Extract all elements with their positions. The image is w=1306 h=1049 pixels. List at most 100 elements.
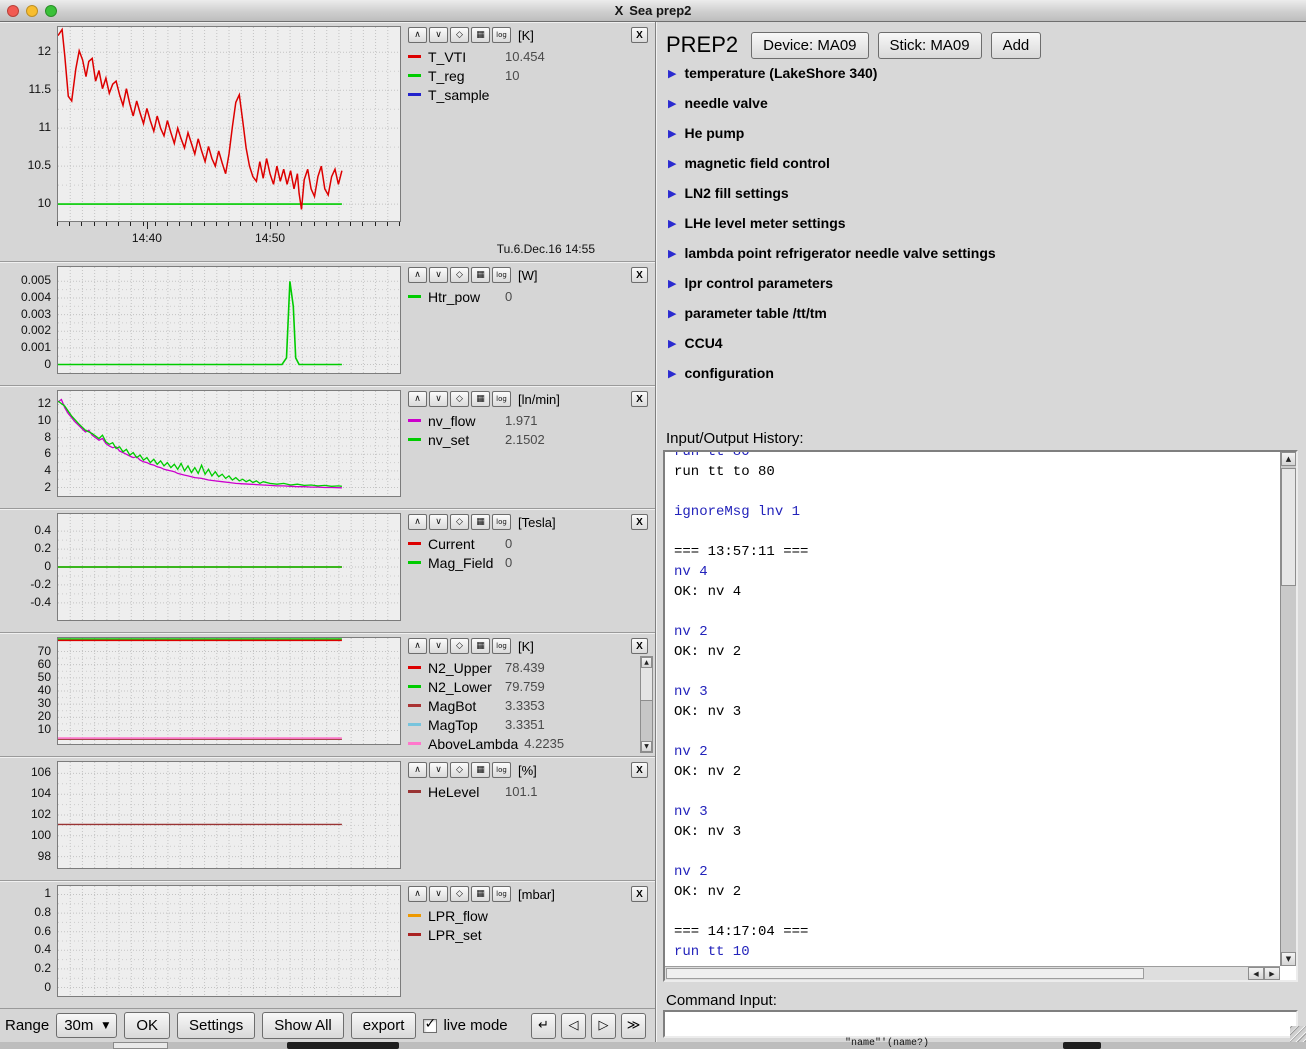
scroll-up-button[interactable]: ∧ xyxy=(408,267,427,283)
legend-item-magtop[interactable]: MagTop3.3351 xyxy=(408,715,651,734)
autoscale-button[interactable]: ◇ xyxy=(450,27,469,43)
command-input[interactable] xyxy=(663,1010,1298,1038)
legend-item-mag-field[interactable]: Mag_Field0 xyxy=(408,553,651,572)
expand-triangle-icon[interactable]: ▶ xyxy=(668,367,676,380)
expand-triangle-icon[interactable]: ▶ xyxy=(668,337,676,350)
jump-to-end-button[interactable]: ≫ xyxy=(621,1013,646,1039)
plot-area[interactable] xyxy=(57,266,401,374)
scrollbar-trough[interactable] xyxy=(1281,466,1296,952)
autoscale-button[interactable]: ◇ xyxy=(450,514,469,530)
history-horizontal-scrollbar[interactable]: ◀ ▶ xyxy=(665,966,1280,980)
history-vertical-scrollbar[interactable]: ▲ ▼ xyxy=(1280,452,1296,966)
scroll-down-button[interactable]: ∨ xyxy=(429,514,448,530)
close-chart-button[interactable]: X xyxy=(631,762,648,778)
scroll-up-button[interactable]: ∧ xyxy=(408,638,427,654)
export-button[interactable]: export xyxy=(351,1012,417,1039)
scroll-down-button[interactable]: ∨ xyxy=(429,391,448,407)
add-button[interactable]: Add xyxy=(991,32,1042,59)
autoscale-button[interactable]: ◇ xyxy=(450,638,469,654)
history-box[interactable]: run tt 80run tt to 80 ignoreMsg lnv 1 ==… xyxy=(663,450,1298,982)
expand-triangle-icon[interactable]: ▶ xyxy=(668,97,676,110)
close-chart-button[interactable]: X xyxy=(631,267,648,283)
window-titlebar[interactable]: XSea prep2 xyxy=(0,0,1306,22)
scroll-down-arrow-icon[interactable]: ▼ xyxy=(641,741,652,752)
scroll-up-button[interactable]: ∧ xyxy=(408,391,427,407)
expand-triangle-icon[interactable]: ▶ xyxy=(668,157,676,170)
scrollbar-thumb[interactable] xyxy=(641,668,652,701)
grid-style-button[interactable]: ▦ xyxy=(471,267,490,283)
autoscale-button[interactable]: ◇ xyxy=(450,762,469,778)
show-all-button[interactable]: Show All xyxy=(262,1012,344,1039)
grid-style-button[interactable]: ▦ xyxy=(471,886,490,902)
expand-triangle-icon[interactable]: ▶ xyxy=(668,67,676,80)
tree-item-magnetic-field-control[interactable]: ▶magnetic field control xyxy=(661,148,1302,178)
plot-area[interactable] xyxy=(57,513,401,621)
ok-button[interactable]: OK xyxy=(124,1012,170,1039)
legend-item-current[interactable]: Current0 xyxy=(408,534,651,553)
legend-item-abovelambda[interactable]: AboveLambda4.2235 xyxy=(408,734,651,753)
legend-item-n2-lower[interactable]: N2_Lower79.759 xyxy=(408,677,651,696)
legend-item-helevel[interactable]: HeLevel101.1 xyxy=(408,782,651,801)
expand-triangle-icon[interactable]: ▶ xyxy=(668,277,676,290)
scroll-up-button[interactable]: ∧ xyxy=(408,762,427,778)
scroll-up-arrow-icon[interactable]: ▲ xyxy=(641,657,652,668)
legend-item-t-sample[interactable]: T_sample xyxy=(408,85,651,104)
scroll-up-button[interactable]: ∧ xyxy=(408,514,427,530)
settings-button[interactable]: Settings xyxy=(177,1012,255,1039)
expand-triangle-icon[interactable]: ▶ xyxy=(668,217,676,230)
scroll-right-arrow-icon[interactable]: ▶ xyxy=(1264,967,1280,980)
autoscale-button[interactable]: ◇ xyxy=(450,267,469,283)
legend-item-n2-upper[interactable]: N2_Upper78.439 xyxy=(408,658,651,677)
scrollbar-thumb[interactable] xyxy=(666,968,1144,979)
stick-button[interactable]: Stick: MA09 xyxy=(878,32,982,59)
autoscale-button[interactable]: ◇ xyxy=(450,391,469,407)
tree-item-ln2-fill-settings[interactable]: ▶LN2 fill settings xyxy=(661,178,1302,208)
page-right-button[interactable]: ▷ xyxy=(591,1013,616,1039)
tree-item-temperature-lakeshore-340[interactable]: ▶temperature (LakeShore 340) xyxy=(661,58,1302,88)
legend-item-htr-pow[interactable]: Htr_pow0 xyxy=(408,287,651,306)
page-left-button[interactable]: ◁ xyxy=(561,1013,586,1039)
expand-triangle-icon[interactable]: ▶ xyxy=(668,247,676,260)
close-chart-button[interactable]: X xyxy=(631,391,648,407)
log-scale-button[interactable]: log xyxy=(492,886,511,902)
scroll-down-button[interactable]: ∨ xyxy=(429,886,448,902)
grid-style-button[interactable]: ▦ xyxy=(471,762,490,778)
legend-item-lpr-set[interactable]: LPR_set xyxy=(408,925,651,944)
scroll-down-button[interactable]: ∨ xyxy=(429,638,448,654)
plot-area[interactable] xyxy=(57,761,401,869)
range-dropdown[interactable]: 30m ▼ xyxy=(56,1013,117,1038)
plot-area[interactable] xyxy=(57,885,401,997)
expand-triangle-icon[interactable]: ▶ xyxy=(668,127,676,140)
scroll-down-button[interactable]: ∨ xyxy=(429,27,448,43)
log-scale-button[interactable]: log xyxy=(492,27,511,43)
expand-triangle-icon[interactable]: ▶ xyxy=(668,307,676,320)
log-scale-button[interactable]: log xyxy=(492,638,511,654)
close-chart-button[interactable]: X xyxy=(631,514,648,530)
log-scale-button[interactable]: log xyxy=(492,267,511,283)
tree-item-lhe-level-meter-settings[interactable]: ▶LHe level meter settings xyxy=(661,208,1302,238)
live-mode-checkbox[interactable]: ✓ xyxy=(423,1019,437,1033)
tree-item-configuration[interactable]: ▶configuration xyxy=(661,358,1302,388)
legend-item-nv-set[interactable]: nv_set2.1502 xyxy=(408,430,651,449)
legend-scrollbar[interactable]: ▲▼ xyxy=(640,656,653,753)
scrollbar-trough[interactable] xyxy=(641,668,652,741)
autoscale-button[interactable]: ◇ xyxy=(450,886,469,902)
plot-area[interactable] xyxy=(57,637,401,745)
tree-item-lpr-control-parameters[interactable]: ▶lpr control parameters xyxy=(661,268,1302,298)
resize-grip[interactable] xyxy=(1290,1026,1306,1042)
scroll-down-button[interactable]: ∨ xyxy=(429,267,448,283)
log-scale-button[interactable]: log xyxy=(492,762,511,778)
scrollbar-thumb[interactable] xyxy=(1281,468,1296,586)
refresh-button[interactable]: ↵ xyxy=(531,1013,556,1039)
plot-area[interactable] xyxy=(57,390,401,497)
expand-triangle-icon[interactable]: ▶ xyxy=(668,187,676,200)
scroll-up-arrow-icon[interactable]: ▲ xyxy=(1281,452,1296,466)
legend-item-magbot[interactable]: MagBot3.3353 xyxy=(408,696,651,715)
device-button[interactable]: Device: MA09 xyxy=(751,32,868,59)
scroll-down-arrow-icon[interactable]: ▼ xyxy=(1281,952,1296,966)
close-chart-button[interactable]: X xyxy=(631,27,648,43)
grid-style-button[interactable]: ▦ xyxy=(471,514,490,530)
grid-style-button[interactable]: ▦ xyxy=(471,27,490,43)
plot-area[interactable] xyxy=(57,26,401,222)
grid-style-button[interactable]: ▦ xyxy=(471,638,490,654)
